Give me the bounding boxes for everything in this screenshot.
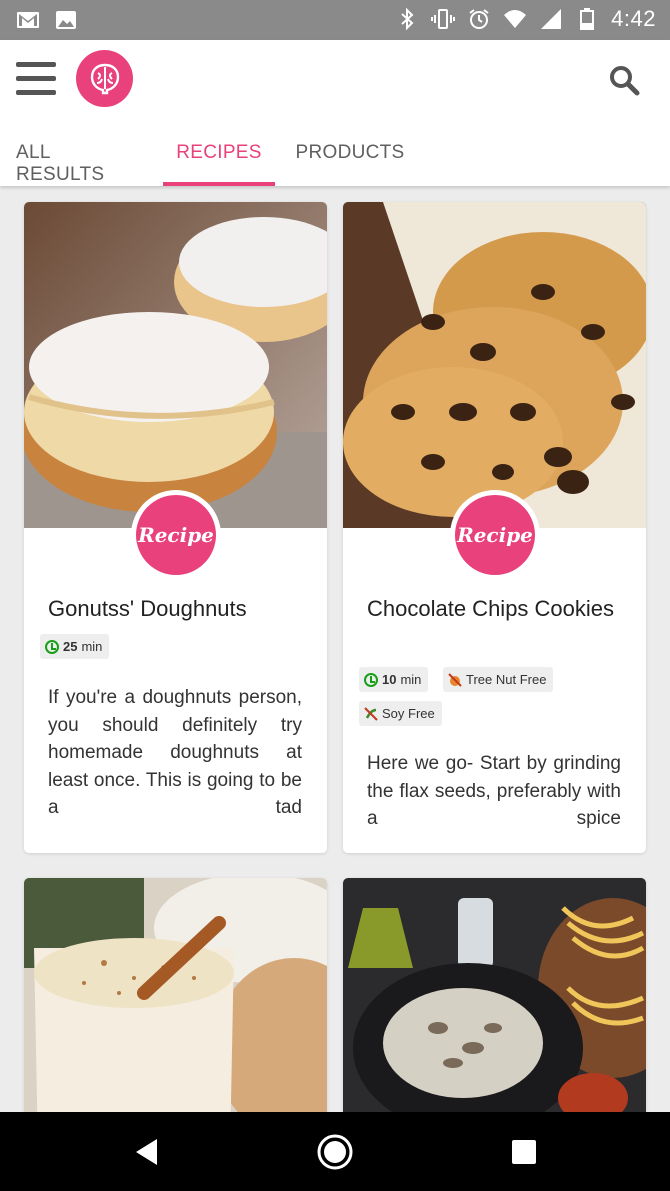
recipe-badge: Recipe xyxy=(131,490,221,580)
recipe-card-eggnog[interactable] xyxy=(24,878,327,1138)
cookies-photo xyxy=(343,202,646,528)
brain-logo-icon[interactable] xyxy=(76,50,133,107)
recents-icon[interactable] xyxy=(511,1139,537,1165)
time-unit: min xyxy=(81,639,103,654)
tab-products[interactable]: PRODUCTS xyxy=(295,136,405,186)
vibrate-icon xyxy=(431,9,456,29)
recipe-card-doughnuts[interactable]: Recipe Gonutss' Doughnuts 25 min If you'… xyxy=(24,202,327,853)
signal-icon xyxy=(541,9,562,29)
clock-time: 4:42 xyxy=(611,6,656,31)
image-icon xyxy=(56,11,76,29)
tag-chip-tree-nut-free: Tree Nut Free xyxy=(443,667,554,692)
tab-label: ALL RESULTS xyxy=(16,142,105,185)
badge-label: Recipe xyxy=(138,523,214,547)
home-icon[interactable] xyxy=(316,1133,354,1171)
time-chip: 10 min xyxy=(359,667,429,692)
text-fade xyxy=(343,823,646,853)
badge-label: Recipe xyxy=(457,523,533,547)
bluetooth-icon xyxy=(401,7,414,31)
system-nav-bar xyxy=(0,1112,670,1191)
tag-label: Tree Nut Free xyxy=(466,672,547,687)
gmail-icon xyxy=(17,12,39,28)
tab-recipes[interactable]: RECIPES xyxy=(163,136,275,186)
time-unit: min xyxy=(400,672,422,687)
battery-icon xyxy=(580,8,595,30)
status-bar: 4:42 xyxy=(0,0,670,40)
alarm-icon xyxy=(469,9,489,29)
app-bar: ALL RESULTS RECIPES PRODUCTS xyxy=(0,40,670,186)
search-icon[interactable] xyxy=(606,62,642,98)
tag-label: Soy Free xyxy=(382,706,435,721)
active-tab-indicator xyxy=(163,182,275,186)
recipe-title: Chocolate Chips Cookies xyxy=(367,596,615,621)
tab-all-results[interactable]: ALL RESULTS xyxy=(16,136,142,186)
recipe-title: Gonutss' Doughnuts xyxy=(48,596,247,621)
recipe-description: Here we go- Start by grinding the flax s… xyxy=(367,753,621,830)
back-icon[interactable] xyxy=(133,1137,159,1167)
hamburger-menu-icon[interactable] xyxy=(16,62,56,96)
doughnuts-photo xyxy=(24,202,327,528)
pasta-photo xyxy=(343,878,646,1138)
soy-free-icon xyxy=(364,706,378,721)
recipe-card-pasta[interactable] xyxy=(343,878,646,1138)
wifi-icon xyxy=(504,10,527,28)
recipe-card-cookies[interactable]: Recipe Chocolate Chips Cookies 10 min Tr… xyxy=(343,202,646,853)
clock-icon xyxy=(45,639,59,654)
tree-nut-free-icon xyxy=(448,672,462,687)
recipe-badge: Recipe xyxy=(450,490,540,580)
clock-icon xyxy=(364,672,378,687)
tab-label: RECIPES xyxy=(176,142,262,163)
eggnog-photo xyxy=(24,878,327,1138)
recipe-description: If you're a doughnuts person, you should… xyxy=(48,687,302,819)
tag-chip-soy-free: Soy Free xyxy=(359,701,442,726)
time-value: 10 xyxy=(382,672,397,687)
text-fade xyxy=(24,823,327,853)
time-chip: 25 min xyxy=(40,634,110,659)
tab-label: PRODUCTS xyxy=(295,142,405,163)
time-value: 25 xyxy=(63,639,78,654)
tab-bar: ALL RESULTS RECIPES PRODUCTS xyxy=(0,136,670,186)
